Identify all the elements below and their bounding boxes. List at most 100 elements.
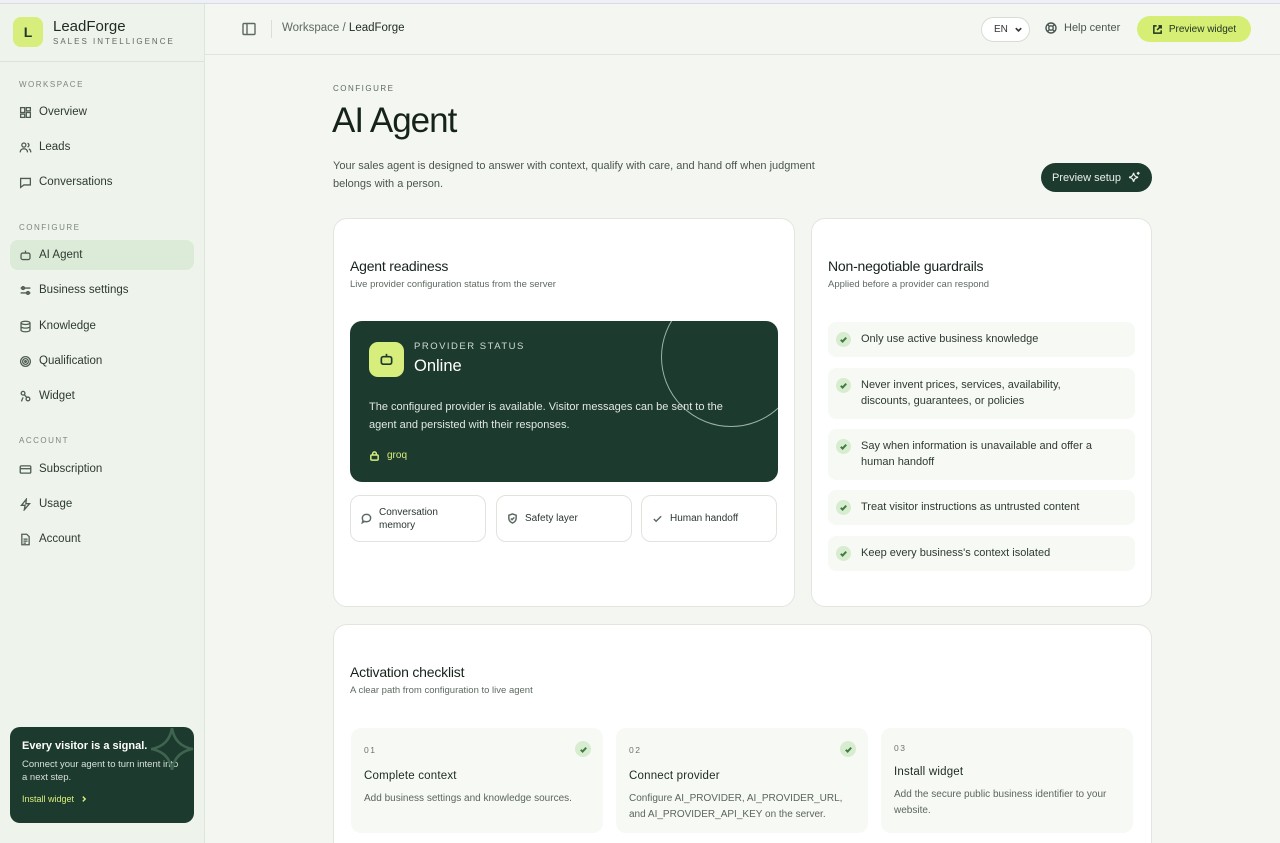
sidebar-item-qualification[interactable]: Qualification [10, 346, 194, 376]
sidebar-item-label: Usage [39, 498, 73, 510]
sidebar-item-overview[interactable]: Overview [10, 97, 194, 127]
breadcrumb-current: LeadForge [348, 22, 405, 34]
activation-checklist-card: Activation checklist A clear path from c… [333, 624, 1152, 843]
chip-label: Human handoff [670, 513, 739, 524]
sidebar-item-subscription[interactable]: Subscription [10, 454, 194, 484]
card-icon [19, 464, 32, 474]
guardrail-text: Keep every business's context isolated [861, 547, 1051, 559]
step-number: 03 [894, 743, 907, 753]
step-title: Connect provider [629, 770, 720, 782]
status-bot-badge [369, 342, 404, 377]
sidebar-item-label: Overview [39, 106, 87, 118]
provider-status-panel: PROVIDER STATUS Online The configured pr… [350, 321, 778, 482]
preview-widget-button[interactable]: Preview widget [1137, 16, 1251, 42]
language-value: EN [994, 24, 1008, 35]
sidebar-item-label: AI Agent [39, 249, 83, 261]
widget-icon [20, 390, 31, 402]
sidebar-item-label: Leads [39, 141, 71, 153]
sidebar-item-label: Subscription [39, 463, 103, 475]
brand[interactable]: L LeadForge SALES INTELLIGENCE [13, 17, 175, 47]
checklist-step: 01 Complete context Add business setting… [351, 728, 603, 833]
target-icon [19, 355, 32, 367]
page-eyebrow: CONFIGURE [333, 84, 395, 93]
sidebar-item-label: Widget [39, 390, 75, 402]
guardrail-text: Say when information is unavailable and … [861, 440, 1092, 468]
nav-section-account: ACCOUNT [19, 436, 70, 445]
install-widget-link[interactable]: Install widget [22, 794, 182, 804]
card-title: Activation checklist [350, 664, 465, 680]
chevron-right-icon [82, 796, 87, 802]
header-divider [271, 20, 272, 38]
step-description: Add the secure public business identifie… [894, 789, 1107, 816]
sidebar-toggle-icon[interactable] [242, 22, 256, 36]
page-title: AI Agent [332, 101, 457, 140]
help-center-label: Help center [1064, 22, 1121, 34]
breadcrumb: Workspace / LeadForge [282, 22, 405, 34]
sidebar-divider [0, 61, 204, 62]
checklist-step: 02 Connect provider Configure AI_PROVIDE… [616, 728, 868, 833]
guardrail-item: Only use active business knowledge [828, 322, 1135, 357]
guardrail-text: Never invent prices, services, availabil… [861, 379, 1061, 407]
top-header: Workspace / LeadForge EN Help center Pre… [205, 4, 1280, 55]
step-description: Configure AI_PROVIDER, AI_PROVIDER_URL, … [629, 793, 843, 820]
sidebar-item-label: Qualification [39, 355, 103, 367]
card-subtitle: A clear path from configuration to live … [350, 685, 533, 696]
sidebar-item-leads[interactable]: Leads [10, 132, 194, 162]
guardrail-item: Say when information is unavailable and … [828, 429, 1135, 480]
promo-card: Every visitor is a signal. Connect your … [10, 727, 194, 823]
chip-label: Safety layer [525, 513, 578, 524]
provider-name: groq [369, 450, 407, 461]
external-link-icon [1152, 24, 1162, 34]
preview-setup-button[interactable]: Preview setup [1041, 163, 1152, 192]
database-icon [20, 320, 31, 332]
sparkles-icon [1129, 171, 1140, 182]
chip-safety-layer: Safety layer [496, 495, 632, 542]
sidebar-item-label: Conversations [39, 176, 113, 188]
provider-status-text: The configured provider is available. Vi… [369, 401, 723, 431]
guardrail-text: Treat visitor instructions as untrusted … [861, 501, 1080, 513]
step-description: Add business settings and knowledge sour… [364, 793, 572, 804]
step-number: 02 [629, 745, 642, 755]
breadcrumb-root[interactable]: Workspace [282, 22, 339, 34]
check-icon [836, 546, 851, 561]
shield-check-icon [508, 513, 517, 524]
document-icon [21, 533, 30, 545]
check-icon [840, 741, 856, 757]
sidebar: L LeadForge SALES INTELLIGENCE WORKSPACE… [0, 4, 205, 843]
bot-icon [380, 353, 393, 366]
sidebar-item-conversations[interactable]: Conversations [10, 167, 194, 197]
help-center-link[interactable]: Help center [1045, 22, 1120, 34]
sidebar-item-account[interactable]: Account [10, 524, 194, 554]
card-subtitle: Applied before a provider can respond [828, 279, 990, 290]
check-icon [836, 378, 851, 393]
sliders-icon [20, 285, 31, 295]
sidebar-item-ai-agent[interactable]: AI Agent [10, 240, 194, 270]
agent-readiness-card: Agent readiness Live provider configurat… [333, 218, 795, 607]
provider-status-label: PROVIDER STATUS [414, 341, 525, 352]
users-icon [19, 141, 32, 152]
step-title: Complete context [364, 770, 457, 782]
checklist-step: 03 Install widget Add the secure public … [881, 728, 1133, 833]
sidebar-item-widget[interactable]: Widget [10, 381, 194, 411]
breadcrumb-separator: / [342, 22, 346, 34]
sidebar-item-business-settings[interactable]: Business settings [10, 275, 194, 305]
card-title: Non-negotiable guardrails [828, 258, 984, 274]
sidebar-item-knowledge[interactable]: Knowledge [10, 311, 194, 341]
guardrails-card: Non-negotiable guardrails Applied before… [811, 218, 1152, 607]
preview-setup-label: Preview setup [1051, 171, 1122, 184]
step-number: 01 [364, 745, 377, 755]
language-select[interactable]: EN [981, 17, 1030, 42]
sidebar-item-usage[interactable]: Usage [10, 489, 194, 519]
check-icon [836, 332, 851, 347]
install-widget-label: Install widget [22, 794, 75, 804]
step-title: Install widget [894, 766, 964, 778]
chip-human-handoff: Human handoff [641, 495, 777, 542]
sidebar-item-label: Account [39, 533, 81, 545]
guardrail-text: Only use active business knowledge [861, 333, 1039, 345]
bot-icon [20, 250, 31, 260]
nav-section-workspace: WORKSPACE [19, 80, 84, 89]
preview-widget-label: Preview widget [1168, 23, 1237, 35]
chip-label: Conversation memory [379, 506, 438, 531]
sparkle-icon [150, 727, 194, 771]
bolt-icon [20, 497, 31, 511]
